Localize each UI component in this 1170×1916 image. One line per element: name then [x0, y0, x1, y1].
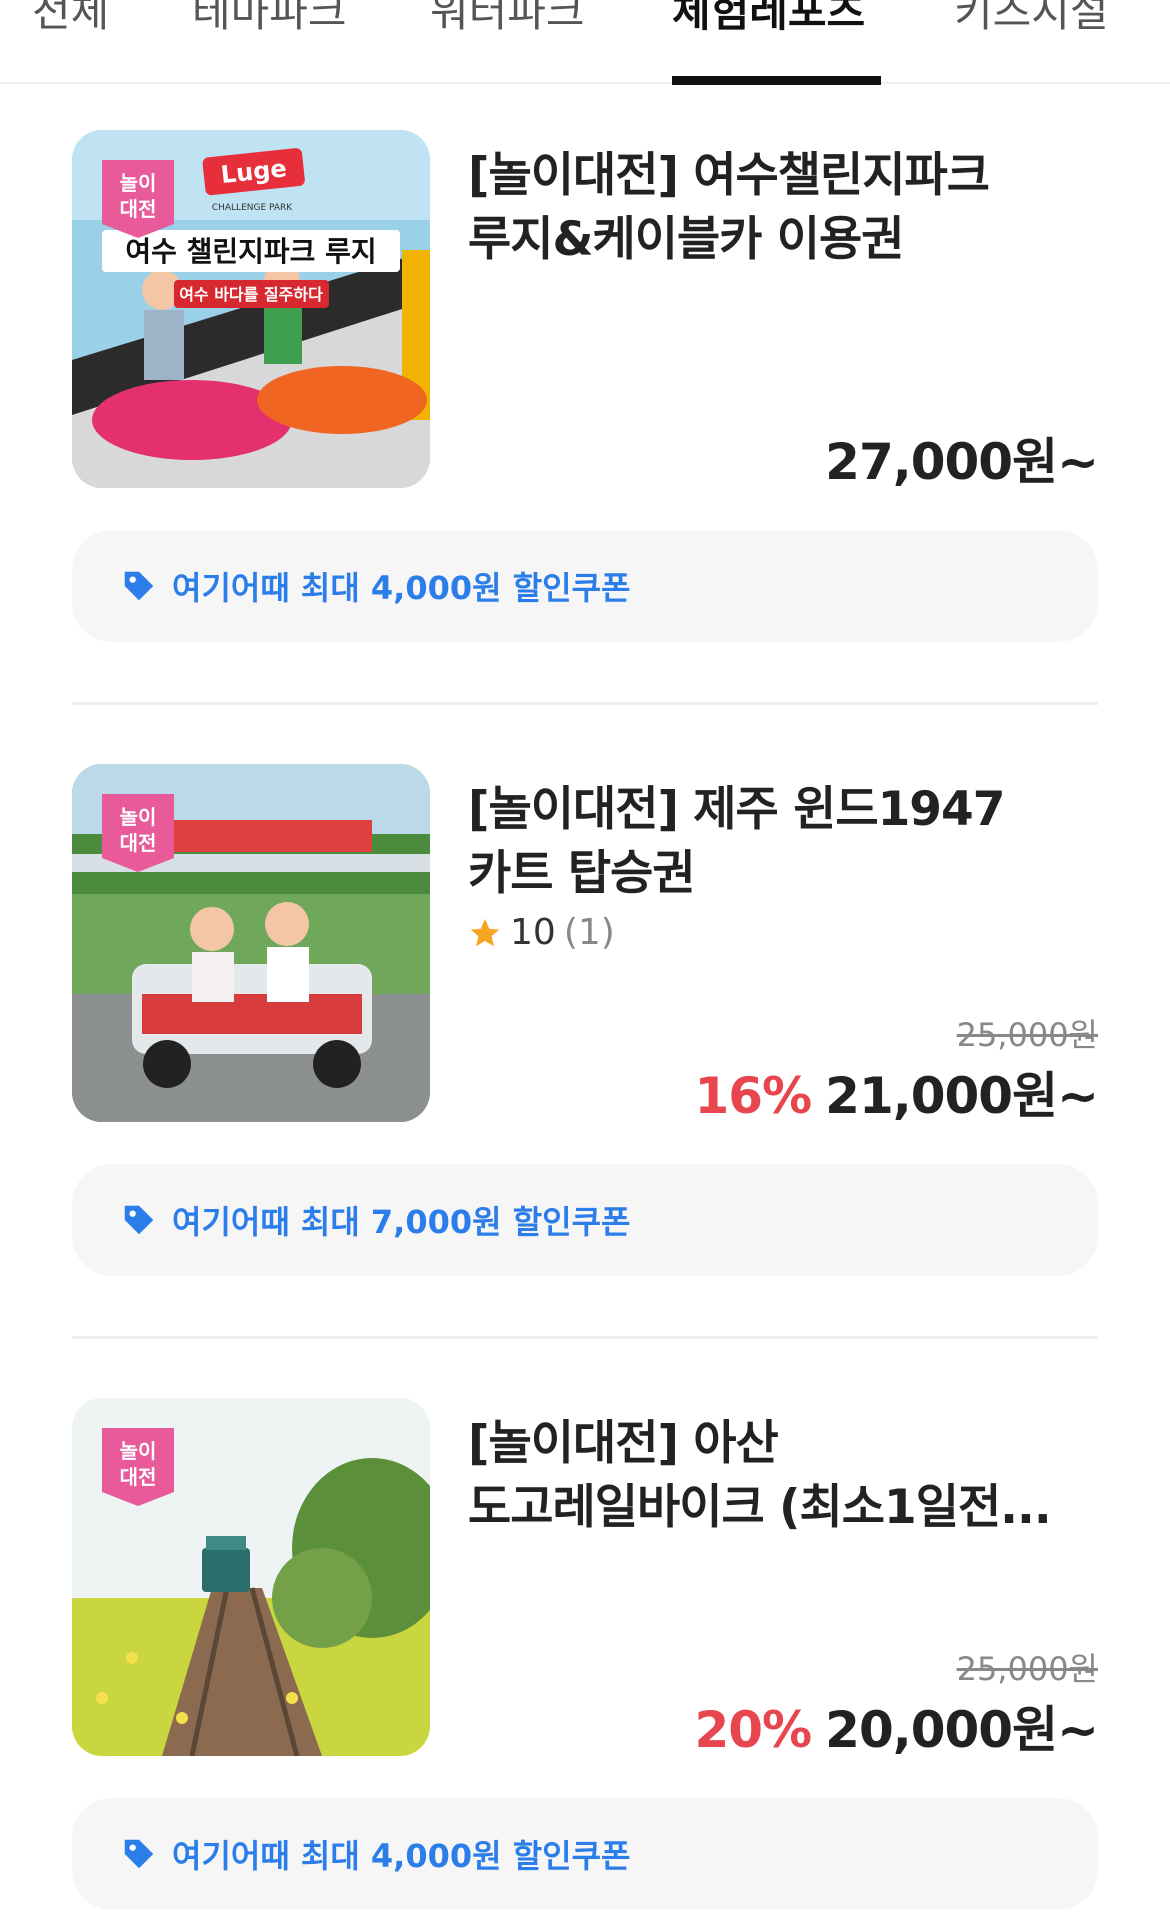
tab-water-park[interactable]: 워터파크	[430, 0, 585, 38]
event-badge: 놀이 대전	[102, 794, 174, 872]
divider	[72, 702, 1098, 705]
divider	[72, 1336, 1098, 1339]
rating-score: 10	[510, 912, 556, 953]
price: 20% 20,000원~	[694, 1701, 1099, 1759]
product-image[interactable]: 놀이 대전	[72, 764, 430, 1122]
image-headline: 여수 챌린지파크 루지	[125, 235, 376, 268]
tab-activity-leisure[interactable]: 체험레포츠	[672, 0, 865, 38]
star-icon	[470, 918, 500, 946]
original-price: 25,000원	[956, 1016, 1098, 1054]
discount-rate: 20%	[694, 1701, 812, 1759]
event-badge: 놀이 대전	[102, 160, 174, 238]
logo-subtext: CHALLENGE PARK	[212, 203, 293, 213]
tab-theme-park[interactable]: 테마파크	[192, 0, 347, 38]
coupon-banner[interactable]: 여기어때 최대 4,000원 할인쿠폰	[72, 530, 1098, 642]
product-card[interactable]: 놀이 대전 [놀이대전] 아산 도고레일바이크 (최소1일전... 25,000…	[72, 1398, 1099, 1916]
product-image[interactable]: Luge CHALLENGE PARK 여수 챌린지파크 루지 여수 바다를 질…	[72, 130, 430, 488]
image-subline: 여수 바다를 질주하다	[179, 285, 323, 304]
tag-icon	[124, 571, 154, 601]
tab-kids[interactable]: 키즈시설	[954, 0, 1109, 38]
product-title[interactable]: [놀이대전] 아산 도고레일바이크 (최소1일전...	[468, 1412, 1098, 1540]
product-title[interactable]: [놀이대전] 제주 윈드1947 카트 탑승권	[468, 778, 1098, 906]
rating-count: (1)	[563, 912, 615, 953]
coupon-banner[interactable]: 여기어때 최대 7,000원 할인쿠폰	[72, 1164, 1098, 1276]
price: 27,000원~	[825, 433, 1099, 491]
product-title[interactable]: [놀이대전] 여수챌린지파크 루지&케이블카 이용권	[468, 144, 1098, 272]
tag-icon	[124, 1839, 154, 1869]
price: 16% 21,000원~	[694, 1067, 1099, 1125]
tag-icon	[124, 1205, 154, 1235]
tab-all[interactable]: 전체	[32, 0, 109, 38]
product-card[interactable]: Luge CHALLENGE PARK 여수 챌린지파크 루지 여수 바다를 질…	[72, 130, 1099, 648]
active-tab-indicator	[672, 76, 881, 85]
coupon-banner[interactable]: 여기어때 최대 4,000원 할인쿠폰	[72, 1798, 1098, 1910]
event-badge: 놀이 대전	[102, 1428, 174, 1506]
category-tabs: 전체 테마파크 워터파크 체험레포츠 키즈시설	[0, 0, 1170, 85]
product-image[interactable]: 놀이 대전	[72, 1398, 430, 1756]
rating: 10 (1)	[468, 912, 615, 953]
product-card[interactable]: 놀이 대전 [놀이대전] 제주 윈드1947 카트 탑승권 10 (1) 25,…	[72, 764, 1099, 1282]
original-price: 25,000원	[956, 1650, 1098, 1688]
discount-rate: 16%	[694, 1067, 812, 1125]
